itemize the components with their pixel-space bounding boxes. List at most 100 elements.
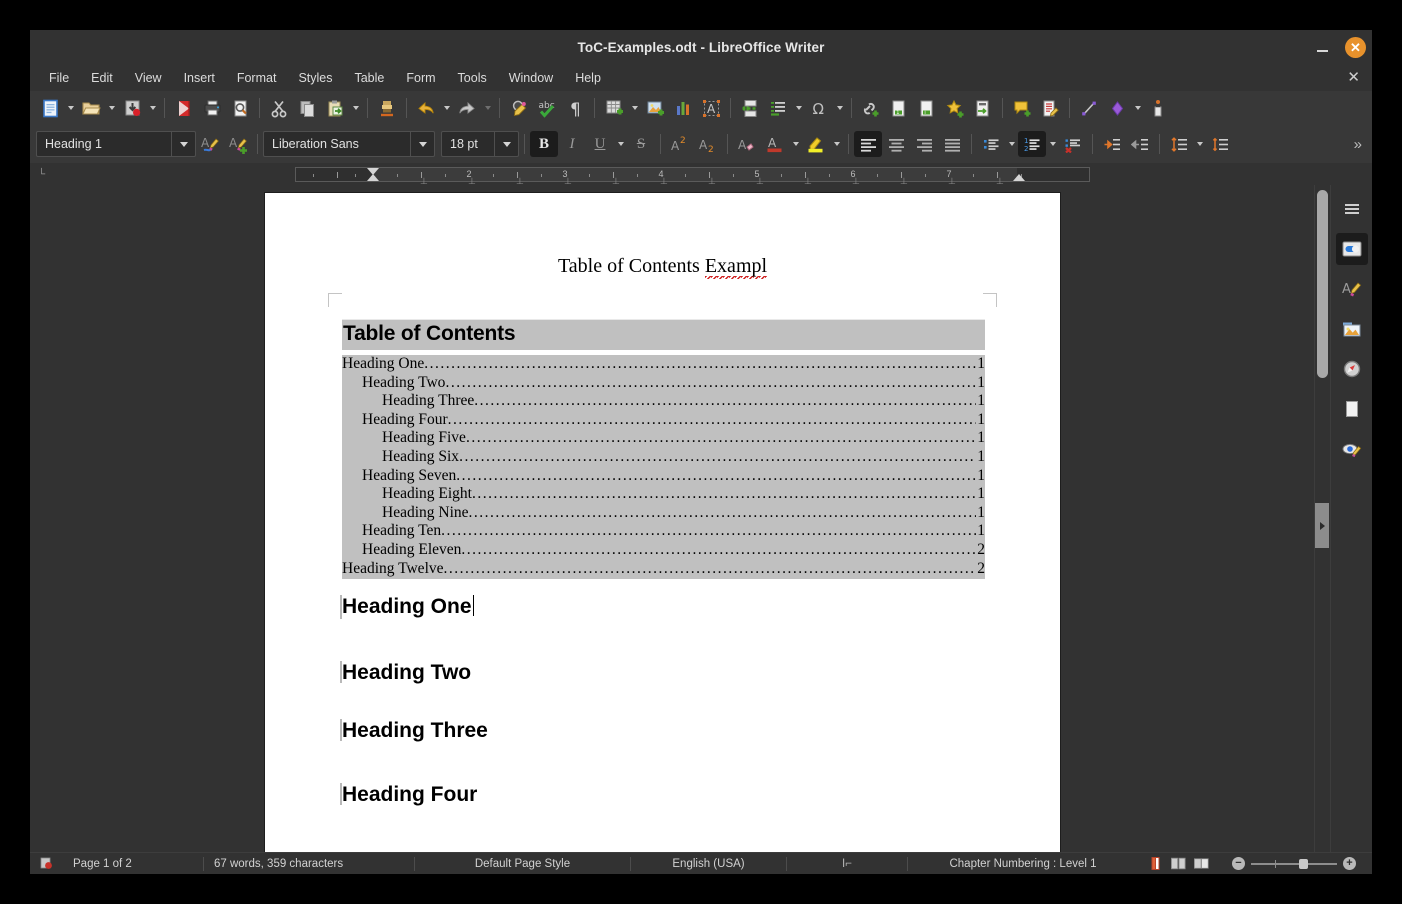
navigator-icon[interactable] (1336, 353, 1368, 385)
page-count-status[interactable]: Page 1 of 2 (63, 853, 203, 874)
line-spacing-button[interactable] (1165, 131, 1193, 157)
unordered-list-button[interactable] (977, 131, 1005, 157)
no-list-button[interactable] (1059, 131, 1087, 157)
paste-dropdown-icon[interactable] (349, 95, 362, 121)
close-document-button[interactable]: ✕ (1347, 70, 1360, 85)
page-icon[interactable] (1336, 393, 1368, 425)
word-count-status[interactable]: 67 words, 359 characters (204, 853, 414, 874)
redo-dropdown-icon[interactable] (481, 95, 494, 121)
single-page-view-icon[interactable] (1148, 857, 1163, 870)
formatting-toolbar-overflow-button[interactable]: » (1354, 136, 1366, 153)
outline-level-status[interactable]: Chapter Numbering : Level 1 (908, 853, 1138, 874)
menu-insert[interactable]: Insert (173, 67, 226, 89)
close-window-button[interactable]: ✕ (1345, 36, 1366, 58)
menu-window[interactable]: Window (498, 67, 564, 89)
bold-button[interactable]: B (530, 131, 558, 157)
font-name-combobox[interactable]: Liberation Sans (263, 131, 435, 157)
menu-table[interactable]: Table (343, 67, 395, 89)
underline-button[interactable]: U (586, 131, 614, 157)
increase-indent-button[interactable] (1098, 131, 1126, 157)
print-icon[interactable] (198, 95, 226, 121)
document-canvas[interactable]: Table of Contents Exampl Table of Conten… (30, 185, 1314, 852)
highlight-color-dropdown-icon[interactable] (830, 131, 843, 157)
document-title-paragraph[interactable]: Table of Contents Exampl (265, 255, 1060, 281)
toc-entry[interactable]: Heading Six ............................… (342, 448, 985, 467)
insert-textbox-icon[interactable]: A (697, 95, 725, 121)
font-size-dropdown-icon[interactable] (494, 132, 518, 156)
paragraph-style-combobox[interactable]: Heading 1 (36, 131, 196, 157)
multi-page-view-icon[interactable] (1171, 857, 1186, 870)
paragraph-spacing-button[interactable] (1206, 131, 1234, 157)
insert-special-character-icon[interactable]: Ω (805, 95, 833, 121)
find-replace-icon[interactable] (505, 95, 533, 121)
update-style-icon[interactable]: A (196, 131, 224, 157)
toc-entry[interactable]: Heading One ............................… (342, 355, 985, 374)
italic-button[interactable]: I (558, 131, 586, 157)
toc-entry[interactable]: Heading Eight ..........................… (342, 485, 985, 504)
zoom-level-status[interactable]: 100% (1366, 853, 1372, 874)
redo-icon[interactable] (453, 95, 481, 121)
cut-icon[interactable] (265, 95, 293, 121)
undo-dropdown-icon[interactable] (440, 95, 453, 121)
sidebar-collapse-handle[interactable] (1315, 503, 1329, 548)
menu-help[interactable]: Help (564, 67, 612, 89)
insert-field-icon[interactable] (764, 95, 792, 121)
zoom-out-button[interactable]: − (1232, 857, 1245, 870)
insert-comment-icon[interactable] (1008, 95, 1036, 121)
tab-selector-icon[interactable]: └ (38, 169, 45, 180)
insert-endnote-icon[interactable]: i (913, 95, 941, 121)
insert-cross-reference-icon[interactable] (969, 95, 997, 121)
sidebar-settings-icon[interactable] (1336, 193, 1368, 225)
document-heading-three[interactable]: Heading Three (342, 719, 488, 743)
insert-special-character-dropdown-icon[interactable] (833, 95, 846, 121)
superscript-button[interactable]: A 2 (666, 131, 694, 157)
menu-format[interactable]: Format (226, 67, 288, 89)
ordered-list-dropdown-icon[interactable] (1046, 131, 1059, 157)
menu-tools[interactable]: Tools (447, 67, 498, 89)
toc-entry[interactable]: Heading Twelve .........................… (342, 560, 985, 579)
styles-icon[interactable]: A (1336, 273, 1368, 305)
menu-file[interactable]: File (38, 67, 80, 89)
spelling-icon[interactable]: abc (533, 95, 561, 121)
insert-hyperlink-icon[interactable] (857, 95, 885, 121)
save-status-indicator[interactable] (30, 853, 63, 874)
line-spacing-dropdown-icon[interactable] (1193, 131, 1206, 157)
insert-field-dropdown-icon[interactable] (792, 95, 805, 121)
new-document-icon[interactable] (36, 95, 64, 121)
zoom-slider[interactable]: − + (1222, 853, 1366, 874)
align-right-button[interactable] (910, 131, 938, 157)
align-center-button[interactable] (882, 131, 910, 157)
toc-entry[interactable]: Heading Five ...........................… (342, 429, 985, 448)
menu-view[interactable]: View (124, 67, 173, 89)
print-preview-icon[interactable] (226, 95, 254, 121)
menu-styles[interactable]: Styles (287, 67, 343, 89)
strikethrough-button[interactable]: S (627, 131, 655, 157)
selection-mode-status[interactable]: I⌐ (787, 853, 907, 874)
undo-icon[interactable] (412, 95, 440, 121)
insert-page-break-icon[interactable] (736, 95, 764, 121)
document-page[interactable]: Table of Contents Exampl Table of Conten… (265, 193, 1060, 852)
vertical-scrollbar[interactable] (1314, 185, 1330, 852)
zoom-slider-knob[interactable] (1299, 858, 1309, 869)
zoom-in-button[interactable]: + (1343, 857, 1356, 870)
insert-line-icon[interactable] (1075, 95, 1103, 121)
toc-entry[interactable]: Heading Nine ...........................… (342, 504, 985, 523)
clone-formatting-icon[interactable] (373, 95, 401, 121)
insert-chart-icon[interactable] (669, 95, 697, 121)
insert-table-dropdown-icon[interactable] (628, 95, 641, 121)
gallery-icon[interactable] (1336, 313, 1368, 345)
toc-entry[interactable]: Heading Three ..........................… (342, 392, 985, 411)
menu-form[interactable]: Form (395, 67, 446, 89)
export-pdf-icon[interactable] (170, 95, 198, 121)
basic-shapes-icon[interactable] (1103, 95, 1131, 121)
document-heading-four[interactable]: Heading Four (342, 783, 477, 807)
track-changes-icon[interactable] (1036, 95, 1064, 121)
toc-entry[interactable]: Heading Two ............................… (342, 374, 985, 393)
zoom-slider-track[interactable] (1251, 858, 1337, 869)
document-heading-two[interactable]: Heading Two (342, 661, 471, 685)
decrease-indent-button[interactable] (1126, 131, 1154, 157)
highlight-color-icon[interactable] (802, 131, 830, 157)
save-document-dropdown-icon[interactable] (146, 95, 159, 121)
language-status[interactable]: English (USA) (631, 853, 786, 874)
page-style-status[interactable]: Default Page Style (415, 853, 630, 874)
